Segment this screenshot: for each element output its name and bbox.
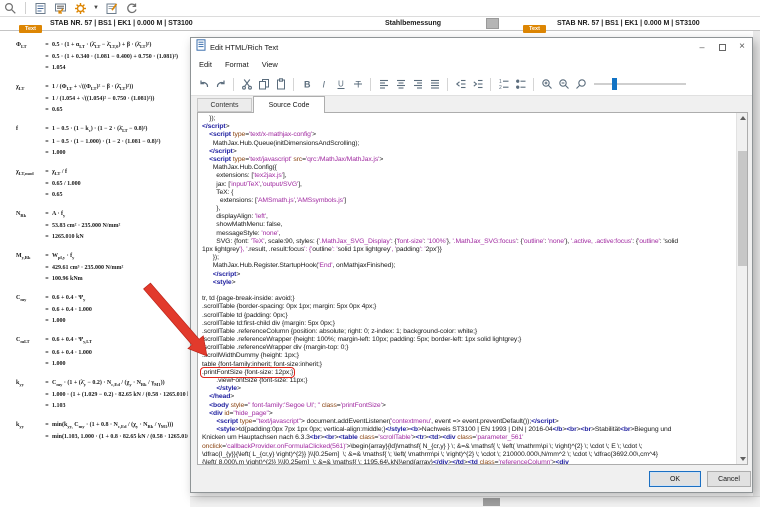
maximize-button[interactable] xyxy=(712,39,732,55)
search-icon[interactable] xyxy=(3,0,18,16)
copy-icon[interactable] xyxy=(256,76,271,92)
formula-row: = 1 / (1.054 + √((1.054)² − 0.750 · (1.08… xyxy=(45,96,155,103)
formula-row: = min(1.103, 1.000 · (1 + 0.8 · 82.65 kN … xyxy=(45,433,188,440)
scroll-down-icon[interactable] xyxy=(737,454,747,464)
formula-row: NRk = A · fy xyxy=(16,210,66,218)
paste-icon[interactable] xyxy=(273,76,288,92)
indent-decrease-icon[interactable] xyxy=(453,76,468,92)
scrollbar-thumb[interactable] xyxy=(738,151,747,266)
formula-row: = 53.83 cm² · 235.000 N/mm² xyxy=(45,222,121,229)
scroll-up-icon[interactable] xyxy=(737,113,747,123)
zoom-in-icon[interactable] xyxy=(539,76,554,92)
zoom-slider-handle[interactable] xyxy=(612,78,618,90)
formula-row: = 1.103 xyxy=(45,402,66,409)
cancel-button[interactable]: Cancel xyxy=(707,471,751,487)
dialog-menubar: Edit Format View xyxy=(191,56,752,73)
report-icon[interactable] xyxy=(33,0,48,16)
formula-row: χLT,mod = χLT / f xyxy=(16,168,68,176)
formula-row: = 0.65 xyxy=(45,107,63,114)
toolbar-divider xyxy=(25,2,26,14)
formula-row: kyy = min(kyy, Cmy · (1 + 0.8 · Nc,Ed / (χ… xyxy=(16,421,174,429)
print-preview-icon[interactable] xyxy=(53,0,68,16)
indent-increase-icon[interactable] xyxy=(470,76,485,92)
formula-row: = 1.000 xyxy=(45,149,66,156)
numbered-list-icon[interactable]: 12 xyxy=(496,76,511,92)
formula-row: = 1265.010 kN xyxy=(45,233,84,240)
horizontal-scrollbar-thumb[interactable] xyxy=(483,498,500,506)
document-icon xyxy=(196,38,206,56)
background-vertical-scrollbar[interactable] xyxy=(753,31,760,507)
align-left-icon[interactable] xyxy=(376,76,391,92)
settings-gear-icon[interactable] xyxy=(73,0,88,16)
svg-text:I: I xyxy=(322,80,325,90)
tab-contents[interactable]: Contents xyxy=(197,98,252,112)
redo-icon[interactable] xyxy=(213,76,228,92)
ok-button[interactable]: OK xyxy=(649,471,701,487)
svg-text:U: U xyxy=(338,80,344,89)
menu-item-format[interactable]: Format xyxy=(225,60,249,69)
text-badge: Text xyxy=(523,20,546,38)
italic-icon[interactable]: I xyxy=(316,76,331,92)
menu-item-edit[interactable]: Edit xyxy=(199,60,212,69)
zoom-reset-icon[interactable] xyxy=(573,76,588,92)
cut-icon[interactable] xyxy=(239,76,254,92)
menu-item-view[interactable]: View xyxy=(262,60,278,69)
edit-html-dialog: Edit HTML/Rich Text – × Edit Format View… xyxy=(190,37,753,493)
formula-row: = 1.054 xyxy=(45,65,66,72)
document-header: Text STAB NR. 57 | BS1 | EK1 | 0.000 M |… xyxy=(0,17,760,33)
zoom-slider-track xyxy=(594,83,686,85)
zoom-out-icon[interactable] xyxy=(556,76,571,92)
bullet-list-icon[interactable] xyxy=(513,76,528,92)
dialog-title: Edit HTML/Rich Text xyxy=(210,42,279,52)
refresh-icon[interactable] xyxy=(124,0,139,16)
underline-icon[interactable]: U xyxy=(333,76,348,92)
header-grip[interactable] xyxy=(486,18,499,29)
highlighted-css-rule: .printFontSize {font-size: 12px;} xyxy=(199,366,296,378)
formula-row: kyy = Cmy · (1 + (λ̄y − 0.2) · Nc,Ed / (χy… xyxy=(16,379,165,387)
strikethrough-icon[interactable]: T xyxy=(350,76,365,92)
minimize-button[interactable]: – xyxy=(692,39,712,55)
formula-panel: ΦLT = 0.5 · (1 + αLT · (λ̄LT − λ̄LT,0) + β… xyxy=(0,34,190,507)
module-title: Stahlbemessung xyxy=(385,20,442,27)
formula-row: = 0.65 xyxy=(45,191,63,198)
svg-text:B: B xyxy=(304,80,311,90)
svg-text:2: 2 xyxy=(499,85,502,90)
tab-source-code[interactable]: Source Code xyxy=(253,96,325,113)
formula-row: = 0.5 · (1 + 0.340 · (1.081 − 0.400) + 0.… xyxy=(45,54,179,61)
close-button[interactable]: × xyxy=(732,39,752,55)
formula-row: My,Rk = Wpl,y · fy xyxy=(16,252,75,261)
background-horizontal-scrollbar[interactable] xyxy=(190,496,760,507)
formula-row: = 1.000 · (1 + (1.029 − 0.2) · 82.65 kN /… xyxy=(45,391,188,398)
dialog-toolbar: B I U T 12 xyxy=(191,73,752,96)
formula-row: ΦLT = 0.5 · (1 + αLT · (λ̄LT − λ̄LT,0) + β… xyxy=(16,42,152,50)
zoom-slider[interactable] xyxy=(594,78,686,90)
formula-row: = 1 − 0.5 · (1 − 1.000) · (1 − 2 · (1.081… xyxy=(45,138,161,145)
align-center-icon[interactable] xyxy=(393,76,408,92)
code-editor-pane: }); </script> <script type='text/x-mathj… xyxy=(197,112,748,465)
formula-row: f = 1 − 0.5 · (1 − kc) · (1 − 2 · (λ̄LT − … xyxy=(16,126,148,134)
source-code[interactable]: }); </script> <script type='text/x-mathj… xyxy=(198,113,736,464)
dropdown-caret-icon[interactable]: ▼ xyxy=(93,5,99,11)
bold-icon[interactable]: B xyxy=(299,76,314,92)
align-justify-icon[interactable] xyxy=(427,76,442,92)
edit-note-icon[interactable] xyxy=(104,0,119,16)
align-right-icon[interactable] xyxy=(410,76,425,92)
annotation-arrow xyxy=(143,282,208,357)
formula-row: χLT = 1 / (ΦLT + √((ΦLT)² − β · (λ̄LT)²)) xyxy=(16,84,134,92)
member-info-title: STAB NR. 57 | BS1 | EK1 | 0.000 M | ST31… xyxy=(50,20,193,27)
code-vertical-scrollbar[interactable] xyxy=(736,113,747,464)
app-toolbar: ▼ xyxy=(0,0,760,17)
member-info-title: STAB NR. 57 | BS1 | EK1 | 0.000 M | ST31… xyxy=(557,20,700,27)
formula-row: = 0.65 / 1.000 xyxy=(45,180,81,187)
undo-icon[interactable] xyxy=(196,76,211,92)
formula-row: = 429.61 cm³ · 235.000 N/mm² xyxy=(45,265,124,272)
dialog-titlebar[interactable]: Edit HTML/Rich Text – × xyxy=(191,38,752,56)
